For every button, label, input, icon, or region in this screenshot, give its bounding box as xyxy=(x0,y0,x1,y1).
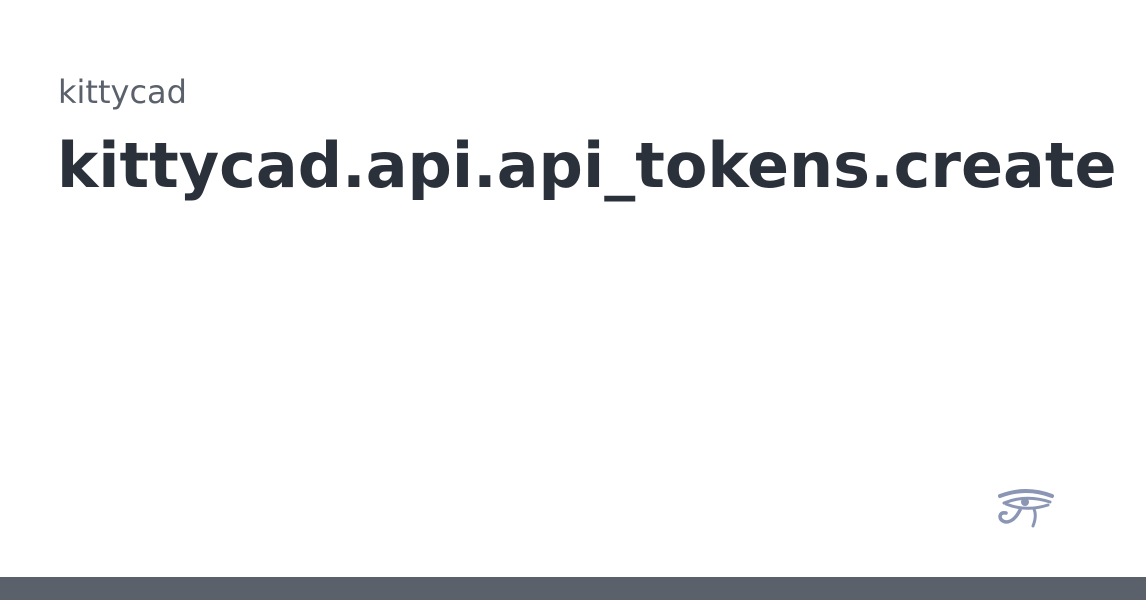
social-card: kittycad kittycad.api.api_tokens.create xyxy=(0,0,1146,600)
page-title: kittycad.api.api_tokens.create xyxy=(57,129,1117,202)
eye-of-horus-icon xyxy=(998,489,1054,528)
footer-bar xyxy=(0,577,1146,600)
package-name: kittycad xyxy=(58,73,187,111)
